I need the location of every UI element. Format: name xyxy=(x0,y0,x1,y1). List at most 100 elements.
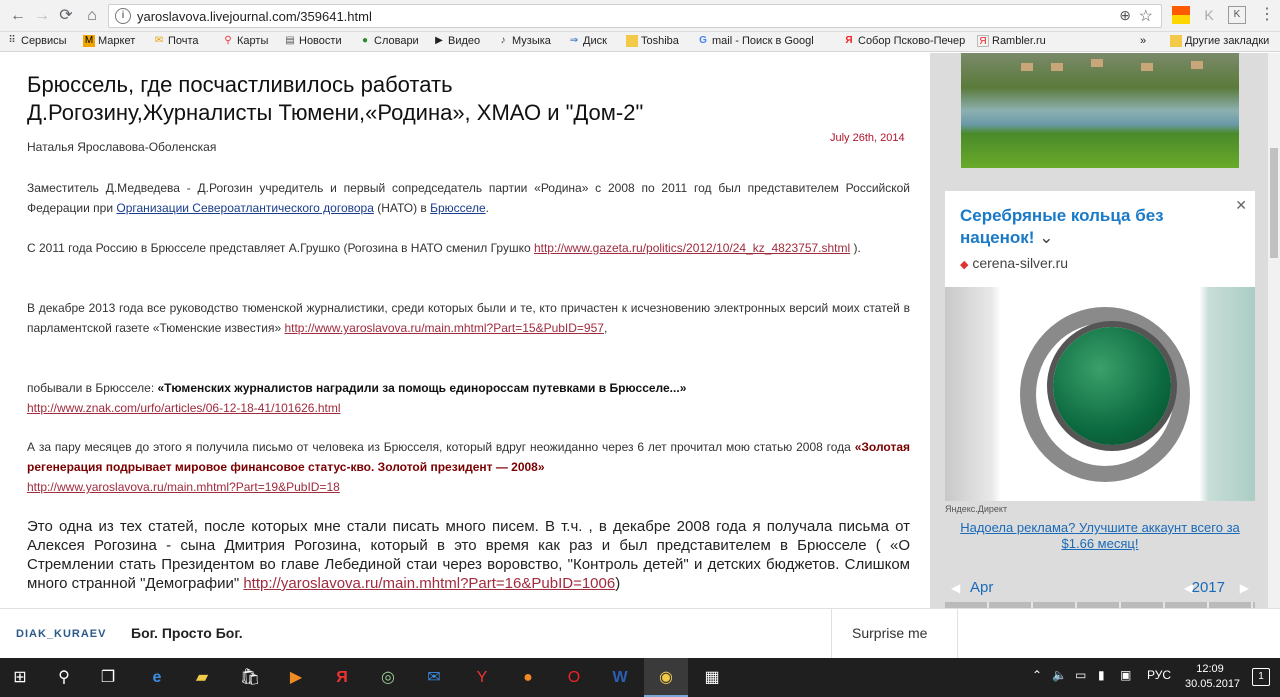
paragraph-3: В декабре 2013 года все руководство тюме… xyxy=(27,301,910,335)
clock[interactable]: 12:09 30.05.2017 xyxy=(1185,662,1240,692)
reload-icon[interactable]: ⟳ xyxy=(56,6,76,26)
opera-icon[interactable]: O xyxy=(562,666,586,690)
apps-icon: ⠿ xyxy=(8,35,16,46)
bookmark-video[interactable]: ▶ Видео xyxy=(433,35,480,47)
notification-center-icon[interactable]: 1 xyxy=(1252,668,1270,686)
windows-start-icon[interactable]: ⊞ xyxy=(8,666,32,690)
close-icon[interactable]: ✕ xyxy=(1235,197,1247,214)
paragraph-6: Это одна из тех статей, после которых мн… xyxy=(27,518,910,592)
bookmark-sobor[interactable]: Я Собор Псково-Печер xyxy=(843,35,965,47)
znak-link[interactable]: http://www.znak.com/urfo/articles/06-12-… xyxy=(27,401,341,415)
map-pin-icon: ⚲ xyxy=(224,35,232,46)
battery-icon[interactable]: ▭ xyxy=(1075,668,1086,682)
mail-icon: ✉ xyxy=(154,35,164,46)
bookmark-music[interactable]: ♪ Музыка xyxy=(497,35,551,47)
upgrade-account-link[interactable]: Надоела реклама? Улучшите аккаунт всего … xyxy=(945,520,1255,552)
word-icon[interactable]: W xyxy=(608,666,632,690)
forward-icon[interactable]: → xyxy=(32,6,52,26)
mail-app-icon[interactable]: ✉ xyxy=(422,666,446,690)
chevron-down-icon: ⌄ xyxy=(1039,228,1054,247)
recommended-user[interactable]: DIAK_KURAEV xyxy=(16,628,106,640)
paragraph-1: Заместитель Д.Медведева - Д.Рогозин учре… xyxy=(27,181,910,215)
prev-month-icon[interactable]: ◀ xyxy=(951,581,960,595)
display-icon[interactable]: ▣ xyxy=(1120,668,1131,682)
extension-icon[interactable]: K xyxy=(1200,6,1218,24)
yandex-icon[interactable]: Y xyxy=(470,666,494,690)
home-icon[interactable]: ⌂ xyxy=(82,6,102,26)
next-year-icon[interactable]: ▶ xyxy=(1240,581,1249,595)
bookmark-star-icon[interactable]: ☆ xyxy=(1139,6,1153,26)
surprise-me-button[interactable]: Surprise me xyxy=(852,625,927,641)
language-indicator[interactable]: РУС xyxy=(1147,668,1171,682)
info-icon[interactable]: i xyxy=(115,8,131,24)
google-icon: G xyxy=(699,35,707,46)
bookmark-services[interactable]: ⠿ Сервисы xyxy=(6,35,66,47)
calendar: ◀ Apr ◀ 2017 ▶ xyxy=(945,577,1255,608)
chrome-icon[interactable]: ◉ xyxy=(654,666,678,690)
odnoklassniki-icon[interactable]: ● xyxy=(516,666,540,690)
ad-block[interactable]: ✕ Серебряные кольца без наценок! ⌄ ◆ cer… xyxy=(945,191,1255,501)
bookmark-toshiba[interactable]: Toshiba xyxy=(626,35,679,47)
article-title: Брюссель, где посчастливилось работать Д… xyxy=(27,72,644,125)
bookmark-maps[interactable]: ⚲ Карты xyxy=(222,35,268,47)
address-bar[interactable]: i yaroslavova.livejournal.com/359641.htm… xyxy=(108,4,1162,28)
file-explorer-icon[interactable]: ▰ xyxy=(190,666,214,690)
bookmark-market[interactable]: M Маркет xyxy=(83,35,135,47)
bookmark-mail[interactable]: ✉ Почта xyxy=(153,35,199,47)
post-date[interactable]: July 26th, 2014 xyxy=(830,132,905,144)
bookmark-dictionaries[interactable]: ● Словари xyxy=(359,35,419,47)
disk-icon: ⇒ xyxy=(569,35,579,46)
bookmark-rambler[interactable]: Я Rambler.ru xyxy=(977,35,1046,47)
volume-icon[interactable]: 🔈 xyxy=(1052,668,1067,682)
gazeta-link[interactable]: http://www.gazeta.ru/politics/2012/10/24… xyxy=(534,241,850,255)
author-name: Наталья Ярославова-Оболенская xyxy=(27,140,217,154)
bookmark-google-search[interactable]: Gmail - Поиск в Googl xyxy=(697,35,814,47)
market-icon: M xyxy=(83,35,95,47)
brussels-link[interactable]: Брюсселе xyxy=(430,201,486,215)
calendar-year[interactable]: 2017 xyxy=(1192,579,1225,596)
scrollbar-thumb[interactable] xyxy=(1270,148,1278,258)
recommended-post-title[interactable]: Бог. Просто Бог. xyxy=(131,625,243,641)
bookmarks-more-button[interactable]: » xyxy=(1140,35,1146,47)
video-icon: ▶ xyxy=(435,35,443,46)
ad-title[interactable]: Серебряные кольца без наценок! ⌄ xyxy=(960,205,1200,249)
bookmark-news[interactable]: ▤ Новости xyxy=(284,35,341,47)
extension-box-icon[interactable]: K xyxy=(1228,6,1246,24)
header-landscape-image xyxy=(961,53,1239,168)
url-text[interactable]: yaroslavova.livejournal.com/359641.html xyxy=(137,9,372,24)
media-player-icon[interactable]: ▶ xyxy=(284,666,308,690)
task-view-icon[interactable]: ❐ xyxy=(96,666,120,690)
news-icon: ▤ xyxy=(285,35,295,46)
calendar-month[interactable]: Apr xyxy=(970,579,993,596)
nato-link[interactable]: Организации Североатлантического договор… xyxy=(116,201,374,215)
network-icon[interactable]: ▮ xyxy=(1098,668,1105,682)
yandex-icon: Я xyxy=(845,35,853,46)
ad-domain[interactable]: ◆ cerena-silver.ru xyxy=(960,255,1068,271)
dictionary-icon: ● xyxy=(361,35,369,46)
search-icon[interactable]: ⚲ xyxy=(52,666,76,690)
paragraph-4: побывали в Брюсселе: «Тюменских журналис… xyxy=(27,381,687,415)
store-icon[interactable]: 🛍 xyxy=(238,666,262,690)
edge-icon[interactable]: e xyxy=(145,666,169,690)
yaroslavova-link-957[interactable]: http://www.yaroslavova.ru/main.mhtml?Par… xyxy=(284,321,604,335)
yaroslavova-link-1006[interactable]: http://yaroslavova.ru/main.mhtml?Part=16… xyxy=(243,575,615,592)
tray-up-arrow-icon[interactable]: ⌃ xyxy=(1032,668,1042,682)
yaroslavova-link-18[interactable]: http://www.yaroslavova.ru/main.mhtml?Par… xyxy=(27,480,340,494)
page-scrollbar[interactable] xyxy=(1268,53,1280,608)
windows-taskbar: ⊞ ⚲ ❐ e ▰ 🛍 ▶ Я ◎ ✉ Y ● O W ◉ ▦ ⌃ 🔈 ▭ ▮ … xyxy=(0,658,1280,697)
calculator-icon[interactable]: ▦ xyxy=(700,666,724,690)
other-bookmarks[interactable]: Другие закладки xyxy=(1170,35,1269,47)
ring-image[interactable] xyxy=(945,287,1255,501)
music-icon: ♪ xyxy=(500,35,506,46)
ad-source[interactable]: Яндекс.Директ xyxy=(945,504,1007,514)
yandex-browser-icon[interactable]: Я xyxy=(330,666,354,690)
lj-recommendation-bar: DIAK_KURAEV Бог. Просто Бог. Surprise me xyxy=(0,608,1280,659)
back-icon[interactable]: ← xyxy=(8,6,28,26)
app-circle-icon[interactable]: ◎ xyxy=(376,666,400,690)
yandex-extension-icon[interactable] xyxy=(1172,6,1190,24)
gem-icon: ◆ xyxy=(960,259,969,271)
menu-icon[interactable]: ⋮ xyxy=(1258,6,1276,24)
browser-toolbar: ← → ⟳ ⌂ i yaroslavova.livejournal.com/35… xyxy=(0,0,1280,32)
zoom-icon[interactable]: ⊕ xyxy=(1119,7,1131,24)
bookmark-disk[interactable]: ⇒ Диск xyxy=(568,35,607,47)
